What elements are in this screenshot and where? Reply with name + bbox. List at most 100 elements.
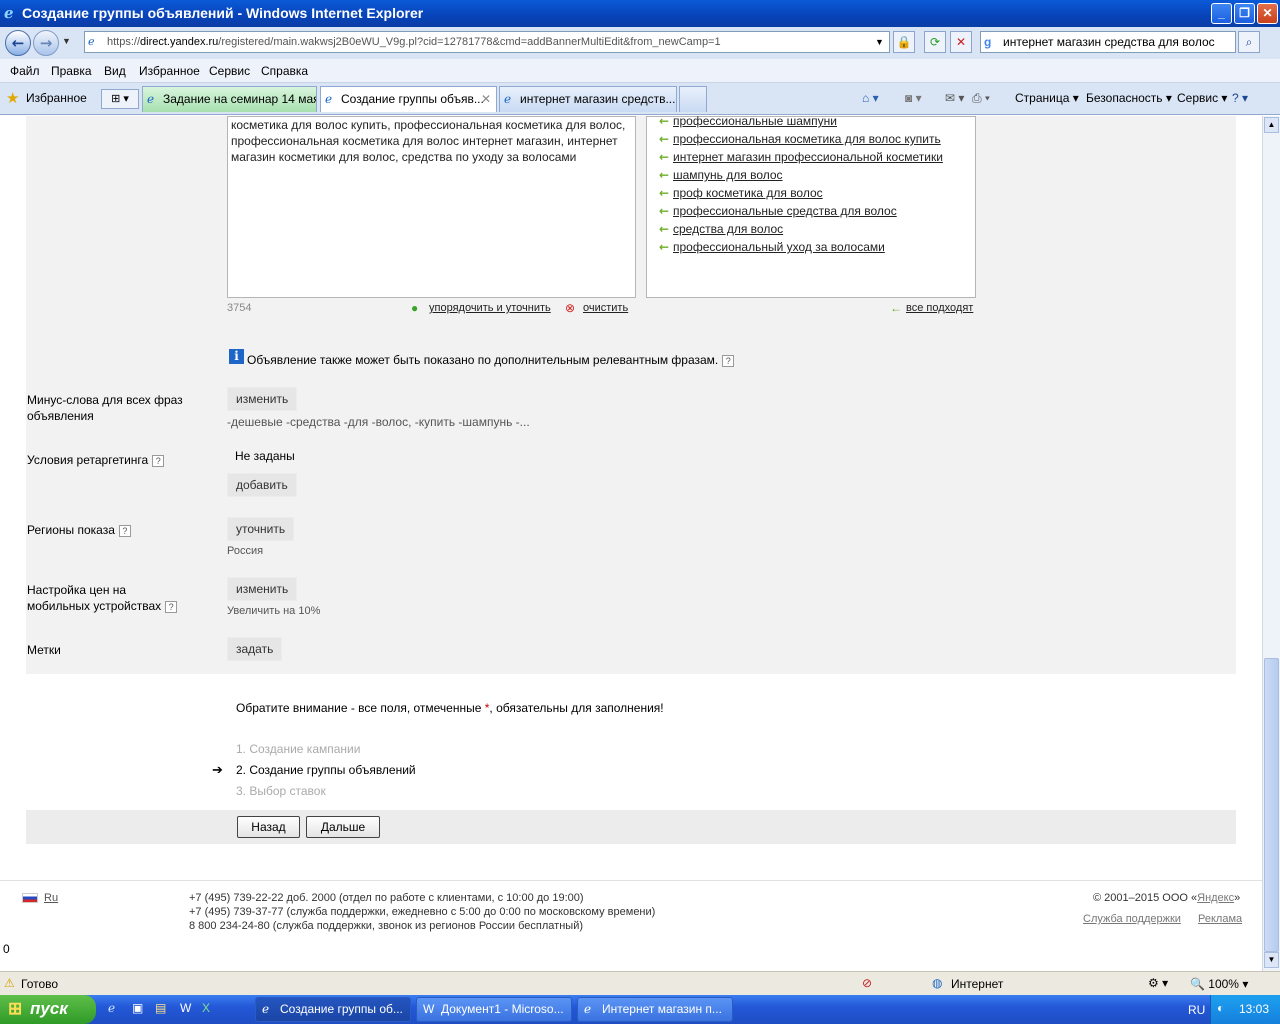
- network-icon[interactable]: ◐: [1217, 1001, 1224, 1015]
- word-icon: W: [423, 1002, 435, 1016]
- tab-create-group[interactable]: ℯ Создание группы объяв... ✕: [320, 86, 497, 112]
- suggested-keyword-link[interactable]: средства для волос: [673, 222, 783, 236]
- taskbar-word-document[interactable]: W Документ1 - Microso...: [416, 997, 572, 1022]
- mobile-bid-edit-button[interactable]: изменить: [227, 577, 298, 601]
- address-bar[interactable]: ℯ https://direct.yandex.ru/registered/ma…: [84, 31, 890, 53]
- menu-view[interactable]: Вид: [104, 64, 126, 78]
- stop-icon[interactable]: ✕: [950, 31, 972, 53]
- menu-favorites[interactable]: Избранное: [139, 64, 200, 78]
- scroll-thumb[interactable]: [1264, 658, 1279, 952]
- quicklaunch-ie-icon[interactable]: ℯ: [108, 1001, 115, 1015]
- favorites-star-icon[interactable]: ★: [6, 89, 19, 107]
- keyword-add-arrow-icon[interactable]: ←: [659, 186, 669, 200]
- all-fit-link[interactable]: все подходят: [906, 302, 973, 314]
- mail-icon[interactable]: ✉ ▾: [945, 91, 964, 105]
- refresh-icon[interactable]: ⟳: [924, 31, 946, 53]
- sort-link[interactable]: упорядочить и уточнить: [429, 302, 551, 314]
- help-icon[interactable]: ?: [165, 600, 178, 613]
- quick-tabs-icon[interactable]: ⊞ ▾: [101, 89, 139, 109]
- tab-seminar[interactable]: ℯ Задание на семинар 14 мая...: [142, 86, 317, 112]
- language-link[interactable]: Ru: [44, 892, 58, 904]
- scroll-up-icon[interactable]: ▲: [1264, 117, 1279, 133]
- history-dropdown-icon[interactable]: ▼: [62, 36, 71, 46]
- privacy-icon[interactable]: ⊘: [862, 976, 872, 990]
- back-icon[interactable]: ←: [5, 30, 31, 56]
- keyword-add-arrow-icon[interactable]: ←: [659, 240, 669, 254]
- help-icon[interactable]: ?: [118, 524, 131, 537]
- keyword-add-arrow-icon[interactable]: ←: [659, 204, 669, 218]
- suggested-keyword-link[interactable]: профессиональный уход за волосами: [673, 240, 885, 254]
- scroll-down-icon[interactable]: ▼: [1264, 952, 1279, 968]
- minus-words-edit-button[interactable]: изменить: [227, 387, 298, 411]
- maximize-button[interactable]: ❐: [1234, 3, 1255, 24]
- suggested-keyword-link[interactable]: профессиональные средства для волос: [673, 204, 897, 218]
- quicklaunch-folder-icon[interactable]: ▤: [155, 1001, 166, 1015]
- close-button[interactable]: ✕: [1257, 3, 1278, 24]
- required-notice: Обратите внимание - все поля, отмеченные…: [236, 701, 664, 715]
- suggested-keyword-link[interactable]: профессиональная косметика для волос куп…: [673, 132, 941, 146]
- phone-free: 8 800 234-24-80 (служба поддержки, звоно…: [189, 920, 584, 932]
- menu-tools[interactable]: Сервис: [209, 64, 250, 78]
- search-input[interactable]: g интернет магазин средства для волос: [980, 31, 1236, 53]
- support-link[interactable]: Служба поддержки: [1083, 913, 1181, 925]
- quicklaunch-excel-icon[interactable]: X: [202, 1001, 210, 1015]
- minimize-button[interactable]: _: [1211, 3, 1232, 24]
- keyword-add-arrow-icon[interactable]: ←: [659, 150, 669, 164]
- taskbar-ie-hair-store[interactable]: ℯ Интернет магазин п...: [577, 997, 733, 1022]
- phrases-textarea[interactable]: косметика для волос купить, профессионал…: [227, 116, 636, 298]
- search-icon[interactable]: ⌕: [1238, 31, 1260, 53]
- zoom-level[interactable]: 🔍 100% ▾: [1190, 977, 1248, 991]
- tab-close-icon[interactable]: ✕: [481, 87, 491, 111]
- step-1: 1. Создание кампании: [236, 742, 361, 756]
- next-button[interactable]: Дальше: [306, 816, 380, 838]
- keyword-add-arrow-icon[interactable]: ←: [659, 168, 669, 182]
- step-3: 3. Выбор ставок: [236, 784, 326, 798]
- help-icon[interactable]: ? ▾: [1232, 91, 1248, 105]
- footer-divider: [0, 880, 1262, 881]
- menu-help[interactable]: Справка: [261, 64, 308, 78]
- input-language[interactable]: RU: [1188, 1003, 1205, 1017]
- ads-link[interactable]: Реклама: [1198, 913, 1242, 925]
- suggested-keyword-link[interactable]: интернет магазин профессиональной космет…: [673, 150, 943, 164]
- feeds-icon[interactable]: ◙ ▾: [905, 91, 922, 105]
- tags-set-button[interactable]: задать: [227, 637, 283, 661]
- forward-icon[interactable]: →: [33, 30, 59, 56]
- yandex-link[interactable]: Яндекс: [1197, 892, 1234, 904]
- protected-mode-icon[interactable]: ⚙ ▾: [1148, 976, 1168, 990]
- favorites-button[interactable]: Избранное: [26, 91, 87, 105]
- suggested-keyword-link[interactable]: профессиональные шампуни: [673, 116, 837, 128]
- mobile-bid-value: Увеличить на 10%: [227, 605, 321, 617]
- page-menu[interactable]: Страница ▾: [1015, 91, 1079, 105]
- clear-link[interactable]: очистить: [583, 302, 628, 314]
- home-icon[interactable]: ⌂ ▾: [862, 91, 879, 105]
- start-button[interactable]: ⊞ пуск: [0, 995, 96, 1024]
- quicklaunch-word-icon[interactable]: W: [180, 1001, 191, 1015]
- tab-hair-store[interactable]: ℯ интернет магазин средств...: [499, 86, 677, 112]
- tools-menu[interactable]: Сервис ▾: [1177, 91, 1227, 105]
- new-tab-button[interactable]: [679, 86, 707, 112]
- menu-file[interactable]: Файл: [10, 64, 40, 78]
- print-icon[interactable]: ⎙ ▾: [972, 91, 990, 106]
- taskbar-ie-create-group[interactable]: ℯ Создание группы об...: [255, 997, 411, 1022]
- vertical-scrollbar[interactable]: ▲ ▼: [1262, 116, 1280, 971]
- lock-icon[interactable]: 🔒: [893, 31, 915, 53]
- russia-flag-icon: [22, 893, 38, 903]
- globe-icon: ◍: [932, 976, 943, 990]
- retargeting-add-button[interactable]: добавить: [227, 473, 297, 497]
- keyword-add-arrow-icon[interactable]: ←: [659, 132, 669, 146]
- help-icon[interactable]: ?: [152, 454, 165, 467]
- quicklaunch-explorer-icon[interactable]: ▣: [132, 1001, 143, 1015]
- help-icon[interactable]: ?: [722, 354, 735, 367]
- url-dropdown-icon[interactable]: ▼: [875, 32, 884, 52]
- menu-edit[interactable]: Правка: [51, 64, 92, 78]
- keyword-add-arrow-icon[interactable]: ←: [659, 222, 669, 236]
- page-content: косметика для волос купить, профессионал…: [0, 116, 1262, 971]
- status-text: Готово: [21, 977, 59, 991]
- suggested-keyword-link[interactable]: шампунь для волос: [673, 168, 783, 182]
- back-button[interactable]: Назад: [237, 816, 300, 838]
- security-menu[interactable]: Безопасность ▾: [1086, 91, 1172, 105]
- keyword-add-arrow-icon[interactable]: ←: [659, 116, 669, 128]
- regions-edit-button[interactable]: уточнить: [227, 517, 295, 541]
- suggested-keyword-link[interactable]: проф косметика для волос: [673, 186, 823, 200]
- info-icon: i: [229, 349, 244, 364]
